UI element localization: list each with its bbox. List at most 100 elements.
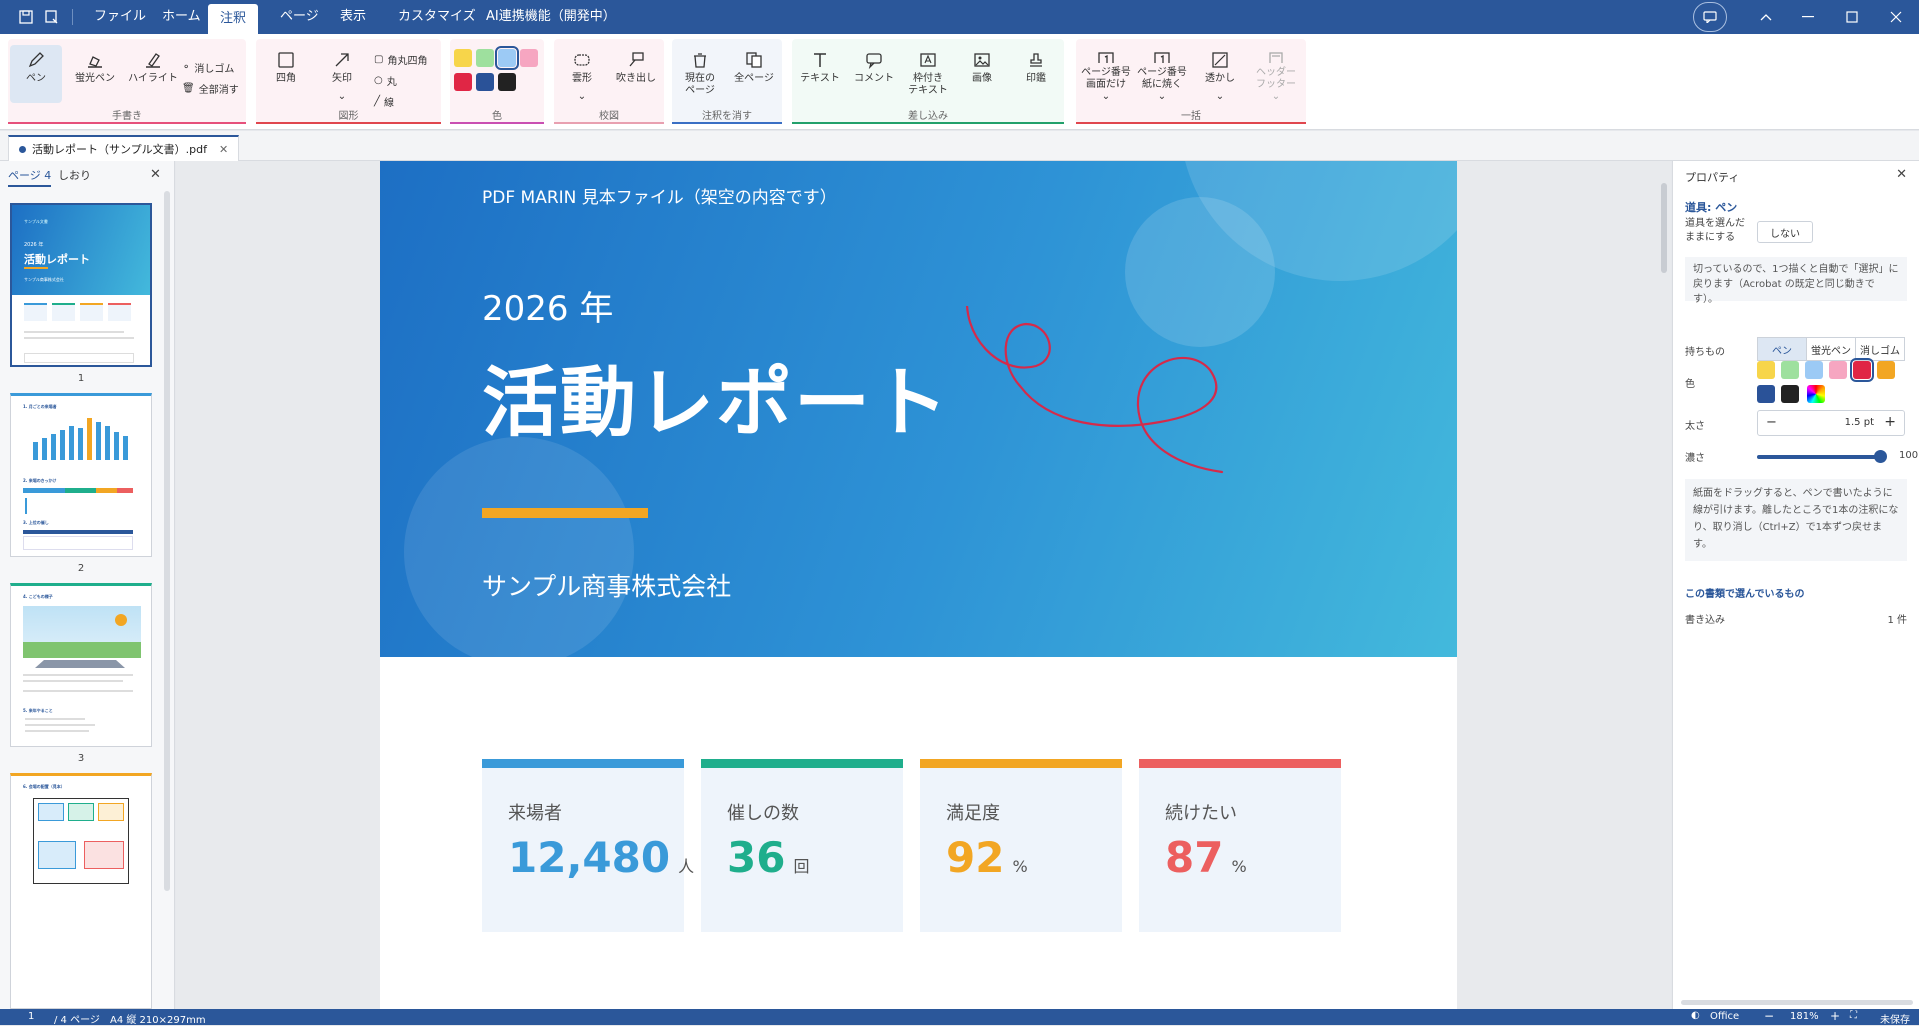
- close-icon[interactable]: [1874, 0, 1918, 34]
- thumbnail-page-1[interactable]: サンプル文書 2026 年 活動レポート サンプル商事株式会社: [10, 203, 152, 367]
- page-thumbnail-pane: ページ 4 しおり ✕ サンプル文書 2026 年 活動レポート サンプル商事株…: [0, 161, 175, 1009]
- segment-eraser[interactable]: 消しゴム: [1855, 337, 1905, 361]
- thickness-value[interactable]: 1.5 pt: [1845, 417, 1874, 428]
- thumbnail-page-2[interactable]: 1. 月ごとの来場者 2. 来場のきっかけ 3. 上位の催し: [10, 393, 152, 557]
- rect-button[interactable]: 四角: [260, 45, 312, 103]
- color-swatch[interactable]: [1757, 385, 1775, 403]
- menu-page[interactable]: ページ: [272, 0, 327, 34]
- circle-button[interactable]: ○ 丸: [374, 72, 397, 88]
- menu-view[interactable]: 表示: [332, 0, 374, 34]
- color-swatch[interactable]: [1781, 385, 1799, 403]
- callout-button[interactable]: 吹き出し: [610, 45, 662, 103]
- scrollbar[interactable]: [164, 191, 170, 891]
- clear-all-pages-button[interactable]: 全ページ: [728, 45, 780, 103]
- close-pane-icon[interactable]: ✕: [150, 167, 161, 182]
- stamp-button[interactable]: 印鑑: [1010, 45, 1062, 103]
- segment-pen[interactable]: ペン: [1757, 337, 1807, 361]
- chevron-down-icon[interactable]: ⌄: [578, 91, 586, 103]
- clear-current-page-button[interactable]: 現在の ページ: [674, 45, 726, 103]
- pagenum-print-button[interactable]: ページ番号 紙に焼く ⌄: [1134, 45, 1190, 103]
- feedback-icon[interactable]: [1693, 2, 1727, 32]
- save-icon[interactable]: [18, 9, 34, 25]
- close-properties-icon[interactable]: ✕: [1896, 167, 1907, 182]
- document-viewer[interactable]: PDF MARIN 見本ファイル（架空の内容です） 2026 年 活動レポート …: [176, 161, 1671, 1009]
- minus-icon[interactable]: −: [1766, 415, 1777, 430]
- card-number: 36: [727, 833, 786, 882]
- collapse-ribbon-icon[interactable]: [1744, 0, 1788, 34]
- custom-color-icon[interactable]: [1807, 385, 1825, 403]
- highlighter-pen-button[interactable]: 蛍光ペン: [66, 45, 124, 103]
- image-button[interactable]: 画像: [956, 45, 1008, 103]
- save-as-icon[interactable]: [44, 9, 60, 25]
- theme-name[interactable]: Office: [1710, 1011, 1739, 1022]
- rounded-rect-button[interactable]: ▢ 角丸四角: [374, 51, 427, 67]
- tab-pages[interactable]: ページ 4: [8, 167, 52, 187]
- palette-icon[interactable]: ◐: [1691, 1010, 1700, 1021]
- comment-label: コメント: [854, 73, 894, 84]
- chevron-down-icon[interactable]: ⌄: [1102, 91, 1110, 103]
- color-swatch[interactable]: [1850, 358, 1874, 382]
- thumbnail-page-4[interactable]: 6. 会場の配置（見本）: [10, 773, 152, 1009]
- watermark-button[interactable]: 透かし ⌄: [1194, 45, 1246, 103]
- cloud-button[interactable]: 雲形 ⌄: [556, 45, 608, 103]
- thumb-table-header: [23, 530, 133, 534]
- chevron-down-icon[interactable]: ⌄: [1272, 91, 1280, 103]
- menu-home[interactable]: ホーム: [154, 0, 209, 34]
- zoom-level[interactable]: 181%: [1790, 1011, 1819, 1022]
- fit-page-icon[interactable]: ⛶: [1850, 1010, 1857, 1021]
- plus-icon[interactable]: +: [1884, 414, 1896, 430]
- tab-bookmarks[interactable]: しおり: [58, 167, 91, 183]
- arrow-button[interactable]: 矢印 ⌄: [316, 45, 368, 103]
- maximize-icon[interactable]: [1830, 0, 1874, 34]
- thickness-stepper[interactable]: − 1.5 pt +: [1757, 410, 1905, 436]
- ribbon-color-swatch[interactable]: [495, 46, 519, 70]
- segment-highlighter[interactable]: 蛍光ペン: [1806, 337, 1856, 361]
- ribbon-color-swatch[interactable]: [498, 73, 516, 91]
- pen-button[interactable]: ペン: [10, 45, 62, 103]
- highlight-button[interactable]: ハイライト: [124, 45, 182, 103]
- thumbnail-page-3[interactable]: 4. こどもの様子 5. 来年やること: [10, 583, 152, 747]
- menu-customize[interactable]: カスタマイズ: [390, 0, 484, 34]
- opacity-slider-thumb[interactable]: [1874, 450, 1887, 463]
- group-label: 校図: [599, 111, 619, 122]
- keep-tool-toggle[interactable]: しない: [1757, 221, 1813, 243]
- color-swatch[interactable]: [1781, 361, 1799, 379]
- current-page[interactable]: 1: [28, 1011, 34, 1022]
- thumb-text-line: [23, 690, 133, 692]
- ribbon-color-swatch[interactable]: [520, 49, 538, 67]
- menu-file[interactable]: ファイル: [86, 0, 154, 34]
- text-button[interactable]: テキスト: [794, 45, 846, 103]
- comment-button[interactable]: コメント: [848, 45, 900, 103]
- boxed-text-button[interactable]: 枠付き テキスト: [902, 45, 954, 103]
- info-box: 切っているので、1つ描くと自動で「選択」に戻ります（Acrobat の既定と同じ…: [1685, 257, 1907, 305]
- chevron-down-icon[interactable]: ⌄: [1158, 91, 1166, 103]
- ribbon-color-swatch[interactable]: [454, 73, 472, 91]
- pdf-page[interactable]: PDF MARIN 見本ファイル（架空の内容です） 2026 年 活動レポート …: [380, 161, 1457, 1009]
- menu-annotate[interactable]: 注釈: [208, 4, 258, 34]
- eraser-label: 消しゴム: [194, 63, 235, 75]
- pen-ink-annotation[interactable]: [960, 306, 1280, 506]
- ribbon-color-swatch[interactable]: [476, 73, 494, 91]
- color-swatch[interactable]: [1757, 361, 1775, 379]
- close-tab-icon[interactable]: ✕: [219, 143, 228, 156]
- zoom-in-icon[interactable]: +: [1830, 1009, 1840, 1023]
- viewer-scrollbar[interactable]: [1661, 183, 1667, 273]
- minimize-icon[interactable]: [1786, 0, 1830, 34]
- ribbon-color-swatch[interactable]: [454, 49, 472, 67]
- menu-ai[interactable]: AI連携機能（開発中）: [478, 0, 624, 34]
- header-footer-button[interactable]: ヘッダー フッター ⌄: [1250, 45, 1302, 103]
- horizontal-scrollbar[interactable]: [1681, 1000, 1913, 1005]
- selection-item[interactable]: 書き込み: [1685, 611, 1725, 626]
- color-swatch[interactable]: [1877, 361, 1895, 379]
- chevron-down-icon[interactable]: ⌄: [1216, 91, 1224, 103]
- ribbon-color-swatch[interactable]: [476, 49, 494, 67]
- zoom-out-icon[interactable]: −: [1764, 1009, 1774, 1023]
- opacity-slider[interactable]: [1757, 455, 1879, 459]
- pagenum-screen-button[interactable]: ページ番号 画面だけ ⌄: [1078, 45, 1134, 103]
- color-swatch[interactable]: [1805, 361, 1823, 379]
- eraser-button[interactable]: ⚬ 消しゴム: [182, 59, 234, 75]
- chevron-down-icon[interactable]: ⌄: [338, 91, 346, 103]
- color-swatch[interactable]: [1829, 361, 1847, 379]
- erase-all-button[interactable]: 🗑 全部消す: [182, 80, 239, 96]
- document-tab[interactable]: 活動レポート（サンプル文書）.pdf ✕: [8, 135, 240, 161]
